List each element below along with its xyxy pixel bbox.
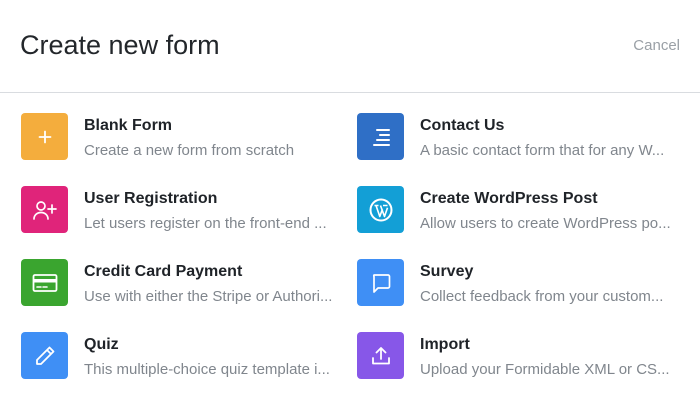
template-description: Collect feedback from your custom... [420, 288, 664, 305]
template-card-blank-form[interactable]: Blank Form Create a new form from scratc… [21, 113, 351, 177]
template-description: A basic contact form that for any W... [420, 142, 665, 159]
template-description: Create a new form from scratch [84, 142, 295, 159]
template-name: Quiz [84, 336, 119, 353]
template-card-create-wordpress-post[interactable]: Create WordPress Post Allow users to cre… [357, 186, 687, 250]
chat-bubble-icon [357, 259, 404, 306]
template-name: Credit Card Payment [84, 263, 243, 280]
modal-header: Create new form Cancel [0, 0, 700, 93]
template-name: Blank Form [84, 117, 173, 134]
credit-card-icon [21, 259, 68, 306]
align-right-icon [357, 113, 404, 160]
template-description: Allow users to create WordPress po... [420, 215, 671, 232]
template-description: This multiple-choice quiz template i... [84, 361, 330, 378]
template-card-user-registration[interactable]: User Registration Let users register on … [21, 186, 351, 250]
wordpress-icon [357, 186, 404, 233]
cancel-button[interactable]: Cancel [633, 36, 680, 56]
template-description: Let users register on the front-end ... [84, 215, 327, 232]
add-user-icon [21, 186, 68, 233]
template-name: User Registration [84, 190, 218, 207]
template-name: Create WordPress Post [420, 190, 598, 207]
modal-title: Create new form [20, 30, 220, 60]
template-card-contact-us[interactable]: Contact Us A basic contact form that for… [357, 113, 687, 177]
template-card-credit-card-payment[interactable]: Credit Card Payment Use with either the … [21, 259, 351, 323]
template-card-quiz[interactable]: Quiz This multiple-choice quiz template … [21, 332, 351, 396]
template-description: Use with either the Stripe or Authori... [84, 288, 333, 305]
upload-icon [357, 332, 404, 379]
template-card-survey[interactable]: Survey Collect feedback from your custom… [357, 259, 687, 323]
pencil-icon [21, 332, 68, 379]
template-name: Survey [420, 263, 474, 280]
template-name: Contact Us [420, 117, 505, 134]
template-card-import[interactable]: Import Upload your Formidable XML or CS.… [357, 332, 687, 396]
template-description: Upload your Formidable XML or CS... [420, 361, 670, 378]
template-name: Import [420, 336, 470, 353]
plus-icon [21, 113, 68, 160]
